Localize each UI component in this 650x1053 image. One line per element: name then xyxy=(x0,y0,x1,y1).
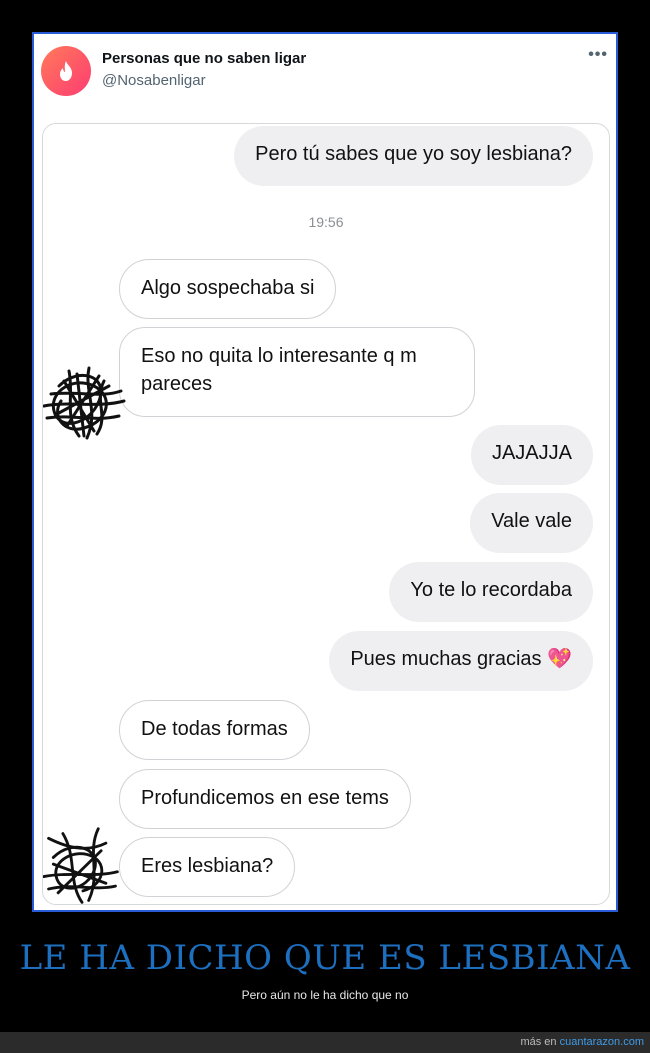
redaction-scribble-icon xyxy=(43,827,119,904)
message-out: Pues muchas gracias 💖 xyxy=(329,631,593,691)
footer-prefix: más en xyxy=(520,1036,557,1048)
message-in: Eres lesbiana? xyxy=(119,837,296,897)
message-out: Pero tú sabes que yo soy lesbiana? xyxy=(234,126,593,186)
footer-text: más en cuantarazon.com xyxy=(520,1036,644,1048)
avatar[interactable] xyxy=(41,46,91,96)
flame-icon xyxy=(60,61,72,81)
footer-bar: más en cuantarazon.com xyxy=(0,1032,650,1053)
message-in: Algo sospechaba si xyxy=(119,259,337,319)
site-link[interactable]: cuantarazon.com xyxy=(560,1036,644,1048)
tweet-header: Personas que no saben ligar @Nosabenliga… xyxy=(34,34,616,114)
message-in: Eso no quita lo interesante q m pareces xyxy=(119,327,475,417)
message-out: Yo te lo recordaba xyxy=(389,562,593,622)
caption-subtitle: Pero aún no le ha dicho que no xyxy=(241,988,409,1002)
message-out: Vale vale xyxy=(470,493,593,553)
more-options-icon[interactable]: ••• xyxy=(588,46,608,64)
caption-title: LE HA DICHO QUE ES LESBIANA xyxy=(19,938,631,978)
account-name[interactable]: Personas que no saben ligar xyxy=(102,50,306,67)
message-in: Profundicemos en ese tems xyxy=(119,769,411,829)
redaction-scribble-icon xyxy=(43,366,126,440)
chat-screenshot: Pero tú sabes que yo soy lesbiana? 19:56… xyxy=(42,123,610,905)
account-handle[interactable]: @Nosabenligar xyxy=(102,72,206,89)
timestamp: 19:56 xyxy=(308,214,344,230)
tweet-card: Personas que no saben ligar @Nosabenliga… xyxy=(32,32,618,912)
message-in: De todas formas xyxy=(119,700,310,760)
message-out: JAJAJJA xyxy=(470,425,593,485)
